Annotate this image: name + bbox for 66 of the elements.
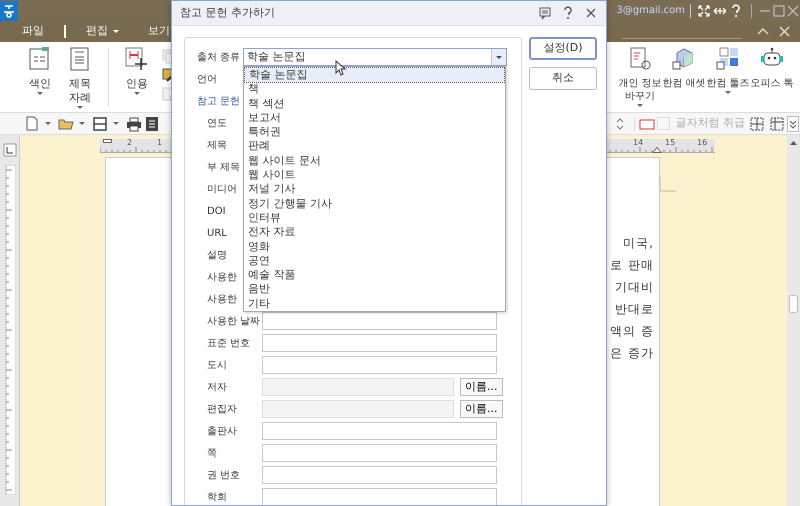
dropdown-option[interactable]: 웹 사이트 <box>244 168 505 182</box>
field-label: DOI <box>207 204 226 218</box>
dropdown-option[interactable]: 공연 <box>244 254 505 268</box>
source-type-select[interactable]: 학술 논문집 <box>243 48 507 66</box>
ruler-number: 14 <box>633 138 644 148</box>
field-label: 도시 <box>207 358 228 372</box>
dropdown-option[interactable]: 예술 작품 <box>244 268 505 282</box>
document-text: 액의 증 <box>610 323 654 340</box>
dropdown-option[interactable]: 영화 <box>244 240 505 254</box>
ribbon-button[interactable]: 색인 <box>20 42 60 112</box>
field-label: 학회 <box>207 490 228 504</box>
dropdown-option[interactable]: 웹 사이트 문서 <box>244 154 505 168</box>
field-label: 표준 번호 <box>207 336 252 350</box>
field-label: URL <box>207 226 227 240</box>
dropdown-option[interactable]: 판례 <box>244 139 505 154</box>
ribbon-button[interactable]: 한컴 애셋 <box>662 42 706 112</box>
menu-item[interactable]: 편집 <box>72 23 134 40</box>
field-label: 권 번호 <box>207 468 242 482</box>
dropdown-option[interactable]: 보고서 <box>244 110 505 126</box>
ribbon-button[interactable]: 인용 <box>117 42 157 112</box>
field-label: 사용한 <box>207 292 237 306</box>
dialog-title: 참고 문헌 추가하기 <box>180 4 275 21</box>
field-label: 사용한 <box>207 270 237 284</box>
dialog-button[interactable]: 설정(D) <box>529 37 597 60</box>
field-label: 쪽 <box>207 446 218 460</box>
ruler-number: 16 <box>697 138 708 148</box>
document-text: 은 증가 <box>610 345 654 362</box>
field-label: 출처 종류 <box>197 50 242 64</box>
field-label: 저자 <box>207 380 228 394</box>
ribbon-button[interactable]: 제목 자례 <box>60 42 100 112</box>
ruler-number: 1 <box>157 138 162 148</box>
field-label: 미디어 <box>207 182 237 196</box>
field-label: 언어 <box>197 72 217 86</box>
dropdown-option[interactable]: 전자 자료 <box>244 225 505 240</box>
field-label: 편집자 <box>207 402 238 416</box>
account-email: 3@gmail.com <box>616 4 685 18</box>
menu-item[interactable]: 파일 <box>8 23 58 40</box>
dropdown-option[interactable]: 정기 간행물 기사 <box>244 196 505 211</box>
name-button[interactable]: 이름... <box>460 378 502 396</box>
dropdown-option[interactable]: 기타 <box>244 296 505 312</box>
document-text: 기대비 <box>615 279 654 296</box>
document-text: 로 판매 <box>610 257 654 274</box>
field-label: 출판사 <box>207 424 238 438</box>
field-label: 설명 <box>207 248 227 262</box>
dropdown-option[interactable]: 책 섹션 <box>244 96 505 111</box>
treat-as-char-label: 글자처럼 취급 <box>676 115 745 132</box>
field-label: 참고 문헌 <box>197 94 240 108</box>
dropdown-option[interactable]: 음반 <box>244 282 505 297</box>
dialog-button[interactable]: 취소 <box>529 67 597 90</box>
name-button[interactable]: 이름... <box>460 400 502 418</box>
ribbon-button[interactable]: 개인 정보 바꾸기 <box>618 42 662 112</box>
ribbon-button[interactable]: 오피스 톡 <box>750 42 794 112</box>
field-label: 제목 <box>207 138 227 152</box>
dropdown-option[interactable]: 저널 기사 <box>244 182 505 197</box>
dropdown-option[interactable]: 책 <box>244 82 505 97</box>
ruler-number: 2 <box>127 138 132 148</box>
dropdown-option[interactable]: 특허권 <box>244 125 505 140</box>
dropdown-option[interactable]: 인터뷰 <box>244 210 505 226</box>
dropdown-option[interactable]: 학술 논문집 <box>245 68 504 82</box>
document-text: 미국, <box>623 235 654 252</box>
ribbon-button[interactable]: 한컴 툴즈 <box>706 42 750 112</box>
document-text: 반대로 <box>615 301 654 318</box>
field-label: 사용한 날짜 <box>207 314 262 328</box>
field-label: 연도 <box>207 116 227 130</box>
ruler-number: 15 <box>665 138 676 148</box>
field-label: 부 제목 <box>207 160 240 174</box>
